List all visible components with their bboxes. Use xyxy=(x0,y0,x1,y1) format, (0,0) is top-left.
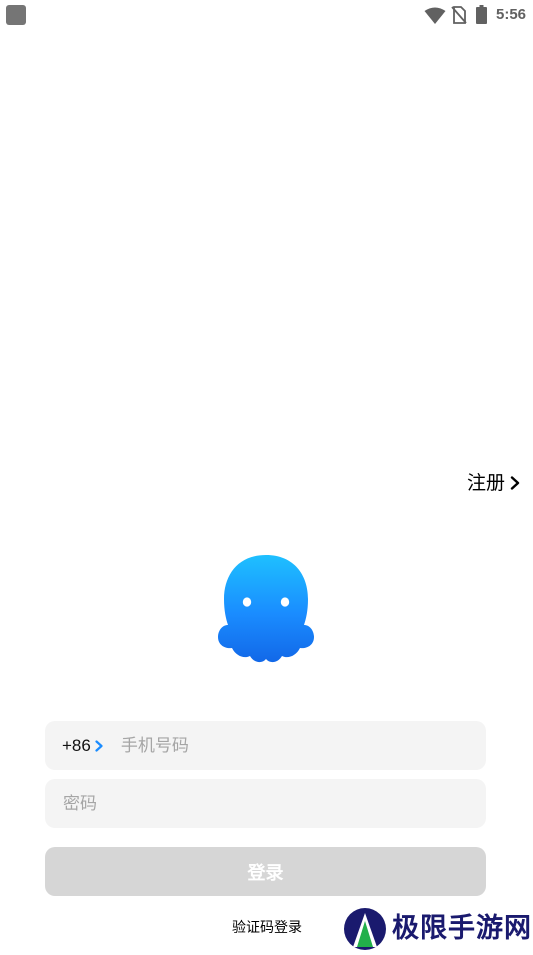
chevron-right-icon xyxy=(95,739,103,752)
watermark: 极限手游网 xyxy=(343,906,532,952)
watermark-text: 极限手游网 xyxy=(392,913,532,944)
login-button[interactable]: 登录 xyxy=(45,847,486,896)
notification-icon xyxy=(6,5,26,25)
battery-icon xyxy=(476,5,487,24)
register-link[interactable]: 注册 xyxy=(467,470,520,496)
password-field xyxy=(45,779,486,828)
wifi-icon xyxy=(424,7,446,24)
phone-field: +86 xyxy=(45,721,486,770)
country-code-label: +86 xyxy=(62,735,91,755)
no-sim-icon xyxy=(451,6,467,24)
register-label: 注册 xyxy=(467,472,506,494)
clock: 5:56 xyxy=(496,6,527,23)
phone-number-input[interactable] xyxy=(120,721,451,770)
password-input[interactable] xyxy=(63,779,463,828)
sms-code-login-link[interactable]: 验证码登录 xyxy=(232,918,302,938)
octopus-mascot-icon xyxy=(218,555,314,663)
country-code-selector[interactable]: +86 xyxy=(62,721,103,770)
watermark-logo-icon xyxy=(344,908,386,950)
status-bar: 5:56 xyxy=(0,0,533,30)
chevron-right-icon xyxy=(510,476,520,490)
